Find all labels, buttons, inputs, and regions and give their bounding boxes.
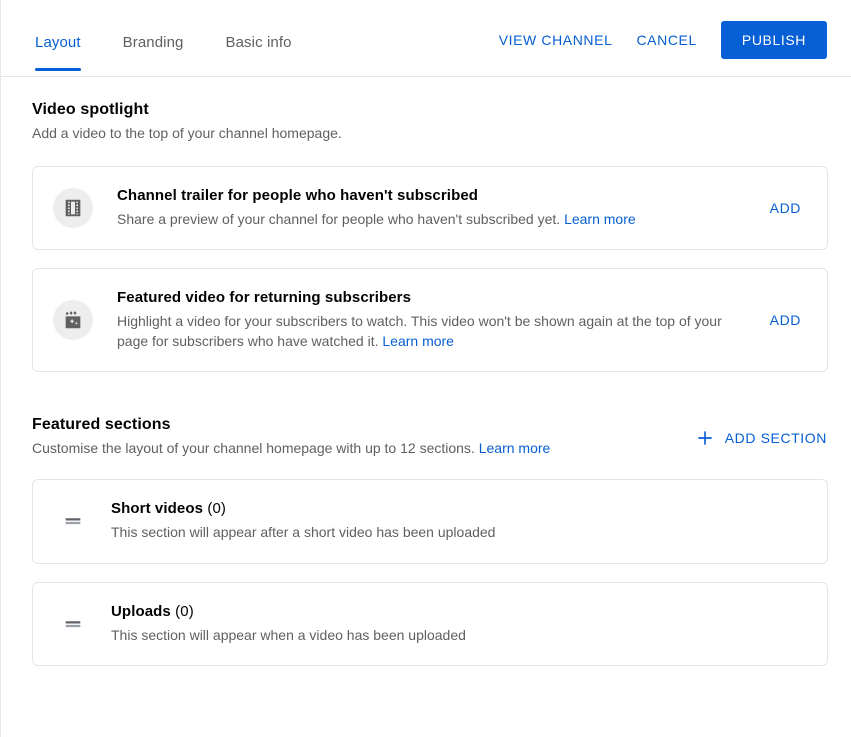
publish-button[interactable]: PUBLISH — [721, 21, 827, 59]
section-name: Short videos — [111, 500, 203, 517]
section-row-short-videos[interactable]: Short videos (0) This section will appea… — [32, 479, 828, 564]
drag-handle-icon[interactable] — [53, 613, 93, 635]
section-count: (0) — [207, 500, 226, 517]
add-channel-trailer-button[interactable]: ADD — [766, 192, 805, 224]
featured-sections-subtitle: Customise the layout of your channel hom… — [32, 439, 687, 459]
featured-sections-learn-more-link[interactable]: Learn more — [479, 440, 551, 456]
section-row-uploads[interactable]: Uploads (0) This section will appear whe… — [32, 582, 828, 667]
channel-customisation-page: Layout Branding Basic info VIEW CHANNEL … — [0, 0, 851, 737]
featured-video-learn-more-link[interactable]: Learn more — [382, 333, 454, 349]
video-spotlight-header: Video spotlight Add a video to the top o… — [32, 101, 827, 144]
film-strip-icon — [53, 188, 93, 228]
featured-sections-title: Featured sections — [32, 416, 687, 434]
channel-trailer-title: Channel trailer for people who haven't s… — [117, 187, 750, 204]
featured-sections-header-text: Featured sections Customise the layout o… — [32, 416, 687, 459]
page-body: Video spotlight Add a video to the top o… — [1, 77, 851, 666]
tab-branding[interactable]: Branding — [123, 35, 184, 76]
drag-handle-icon[interactable] — [53, 510, 93, 532]
tab-bar: Layout Branding Basic info — [1, 0, 334, 76]
add-section-label: ADD SECTION — [725, 430, 827, 446]
cancel-button[interactable]: CANCEL — [624, 22, 708, 58]
video-spotlight-title: Video spotlight — [32, 101, 827, 119]
section-row-short-videos-text: Short videos (0) This section will appea… — [111, 500, 805, 543]
section-row-uploads-title: Uploads (0) — [111, 603, 805, 620]
view-channel-button[interactable]: VIEW CHANNEL — [487, 22, 625, 58]
tab-layout[interactable]: Layout — [35, 35, 81, 76]
featured-video-description: Highlight a video for your subscribers t… — [117, 311, 750, 352]
add-section-button[interactable]: ADD SECTION — [687, 422, 827, 454]
featured-sections-header: Featured sections Customise the layout o… — [32, 416, 827, 459]
channel-trailer-learn-more-link[interactable]: Learn more — [564, 211, 636, 227]
section-count: (0) — [175, 603, 194, 620]
channel-trailer-card: Channel trailer for people who haven't s… — [32, 166, 828, 250]
add-featured-video-button[interactable]: ADD — [766, 304, 805, 336]
channel-trailer-text: Channel trailer for people who haven't s… — [117, 187, 750, 229]
section-name: Uploads — [111, 603, 171, 620]
channel-trailer-description: Share a preview of your channel for peop… — [117, 209, 750, 229]
video-spotlight-subtitle: Add a video to the top of your channel h… — [32, 124, 827, 144]
featured-video-text: Featured video for returning subscribers… — [117, 289, 750, 352]
plus-icon — [695, 428, 715, 448]
clapper-board-sparkle-icon — [53, 300, 93, 340]
featured-video-action: ADD — [766, 304, 805, 336]
section-row-uploads-description: This section will appear when a video ha… — [111, 626, 805, 646]
section-row-short-videos-title: Short videos (0) — [111, 500, 805, 517]
header-actions: VIEW CHANNEL CANCEL PUBLISH — [487, 21, 827, 76]
section-row-short-videos-description: This section will appear after a short v… — [111, 523, 805, 543]
page-header: Layout Branding Basic info VIEW CHANNEL … — [1, 0, 851, 77]
channel-trailer-description-text: Share a preview of your channel for peop… — [117, 211, 560, 227]
featured-video-card: Featured video for returning subscribers… — [32, 268, 828, 373]
tab-basic-info[interactable]: Basic info — [226, 35, 292, 76]
featured-video-title: Featured video for returning subscribers — [117, 289, 750, 306]
section-row-uploads-text: Uploads (0) This section will appear whe… — [111, 603, 805, 646]
channel-trailer-action: ADD — [766, 192, 805, 224]
featured-sections-subtitle-text: Customise the layout of your channel hom… — [32, 440, 475, 456]
